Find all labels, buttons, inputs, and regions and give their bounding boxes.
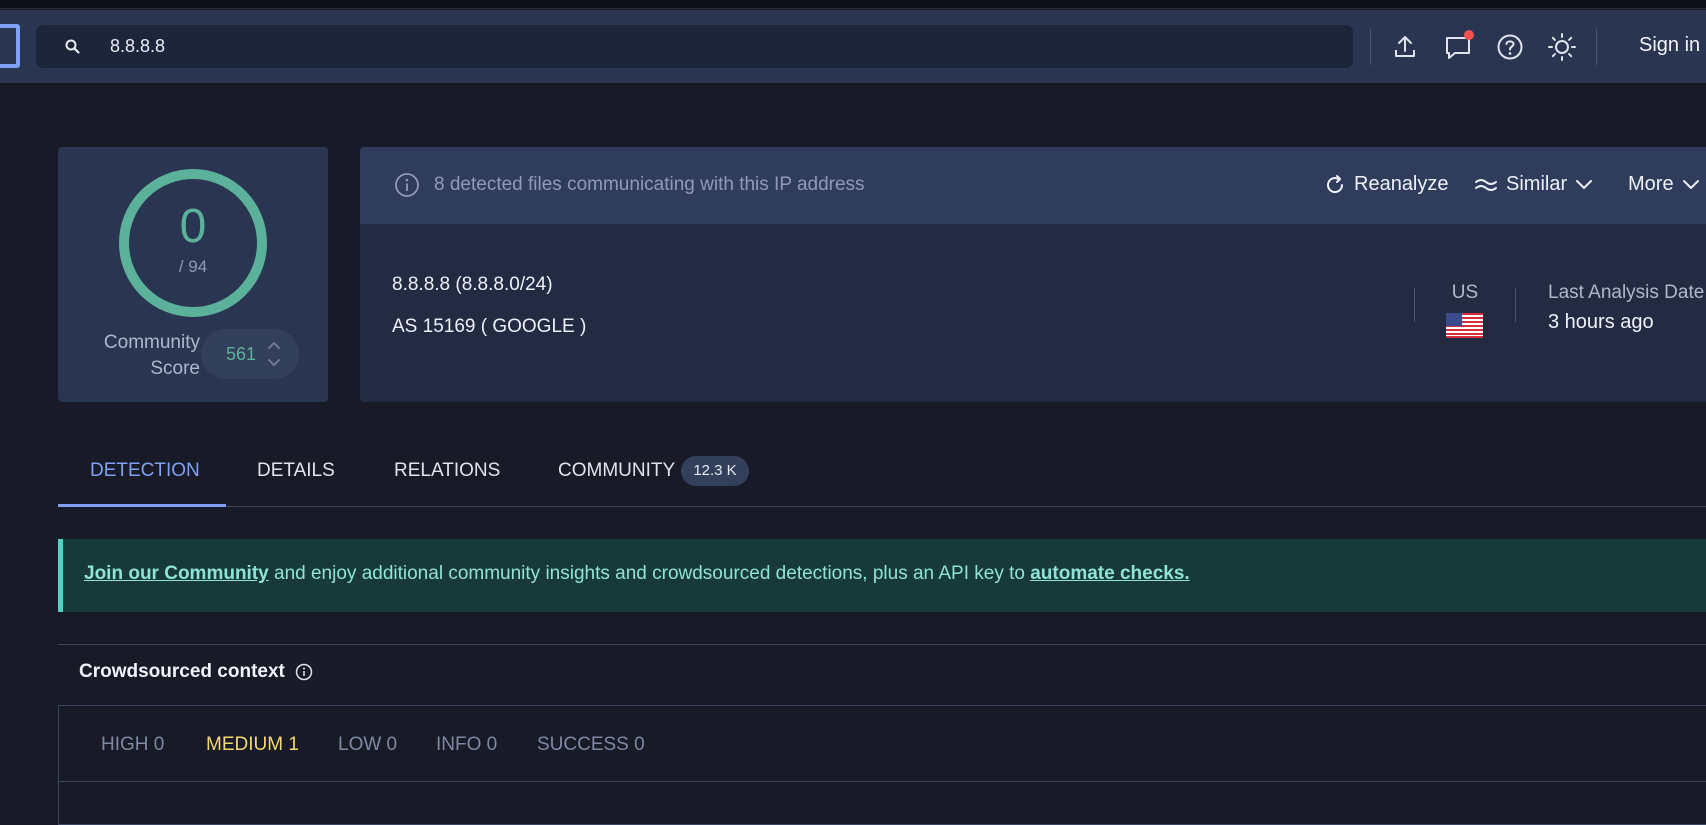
chat-icon[interactable] xyxy=(1443,30,1474,62)
header-divider xyxy=(1370,29,1371,65)
severity-medium[interactable]: MEDIUM 1 xyxy=(206,734,299,756)
more-dropdown[interactable]: More xyxy=(1628,173,1700,196)
community-score-pill: 561 xyxy=(201,329,299,379)
crowdsourced-context-section: Crowdsourced context HIGH 0 MEDIUM 1 LOW… xyxy=(58,644,1706,825)
crowdsourced-title-text: Crowdsourced context xyxy=(79,661,285,682)
more-label: More xyxy=(1628,173,1674,195)
logo[interactable] xyxy=(0,24,20,68)
info-icon xyxy=(395,173,419,197)
notification-dot xyxy=(1464,30,1474,40)
chevron-down-icon xyxy=(1682,179,1699,189)
header-divider xyxy=(1596,29,1597,65)
banner-message: and enjoy additional community insights … xyxy=(268,563,1031,584)
vote-arrows-icon[interactable] xyxy=(267,339,281,369)
severity-info[interactable]: INFO 0 xyxy=(436,734,497,756)
us-flag-icon xyxy=(1446,313,1483,338)
similar-icon xyxy=(1475,178,1497,191)
last-analysis-value: 3 hours ago xyxy=(1548,311,1654,333)
upload-icon[interactable] xyxy=(1390,32,1420,62)
detected-files-message: 8 detected files communicating with this… xyxy=(434,174,865,195)
info-icon[interactable] xyxy=(295,663,313,681)
theme-toggle-icon[interactable] xyxy=(1547,32,1577,62)
community-score-label: Community Score xyxy=(103,332,200,379)
detection-count: 0 xyxy=(179,200,207,253)
sign-in-link[interactable]: Sign in xyxy=(1639,34,1700,57)
tab-detection[interactable]: DETECTION xyxy=(90,460,200,482)
automate-checks-link[interactable]: automate checks. xyxy=(1030,563,1189,584)
meta-divider xyxy=(1414,288,1415,322)
active-tab-indicator xyxy=(58,504,226,507)
join-community-link[interactable]: Join our Community xyxy=(84,563,269,584)
divider xyxy=(59,781,1706,782)
severity-high[interactable]: HIGH 0 xyxy=(101,734,164,756)
similar-dropdown[interactable]: Similar xyxy=(1474,173,1593,196)
search-input[interactable] xyxy=(110,25,1310,68)
tab-community[interactable]: COMMUNITY xyxy=(558,460,675,482)
help-icon[interactable] xyxy=(1495,32,1525,62)
country-code: US xyxy=(1451,282,1479,303)
severity-low[interactable]: LOW 0 xyxy=(338,734,397,756)
severity-filter-box: HIGH 0 MEDIUM 1 LOW 0 INFO 0 SUCCESS 0 xyxy=(58,705,1706,825)
ip-info-card: 8 detected files communicating with this… xyxy=(360,147,1706,402)
autonomous-system: AS 15169 ( GOOGLE ) xyxy=(392,316,587,337)
similar-label: Similar xyxy=(1506,173,1568,195)
crowdsourced-context-title: Crowdsourced context xyxy=(79,661,313,683)
tab-details[interactable]: DETAILS xyxy=(257,460,335,482)
meta-divider xyxy=(1515,288,1516,322)
severity-success[interactable]: SUCCESS 0 xyxy=(537,734,645,756)
ip-network: 8.8.8.8 (8.8.8.0/24) xyxy=(392,274,553,295)
community-count-badge: 12.3 K xyxy=(681,456,749,486)
last-analysis-label: Last Analysis Date xyxy=(1548,282,1705,303)
engine-total: / 94 xyxy=(178,257,208,276)
detection-score-card: 0 / 94 Community Score 561 xyxy=(58,147,328,402)
community-banner: Join our Community and enjoy additional … xyxy=(58,539,1706,612)
search-icon xyxy=(65,39,80,54)
chevron-down-icon xyxy=(1576,179,1593,189)
reanalyze-button[interactable]: Reanalyze xyxy=(1324,173,1449,196)
report-tabs: DETECTION DETAILS RELATIONS COMMUNITY 12… xyxy=(58,450,1706,507)
banner-text: Join our Community and enjoy additional … xyxy=(84,563,1190,585)
refresh-icon xyxy=(1327,174,1344,193)
tab-relations[interactable]: RELATIONS xyxy=(394,460,500,482)
info-header: 8 detected files communicating with this… xyxy=(360,147,1706,224)
reanalyze-label: Reanalyze xyxy=(1354,173,1449,195)
top-header: Sign in xyxy=(0,10,1706,83)
search-bar[interactable] xyxy=(36,25,1353,68)
window-top-edge xyxy=(0,0,1706,9)
